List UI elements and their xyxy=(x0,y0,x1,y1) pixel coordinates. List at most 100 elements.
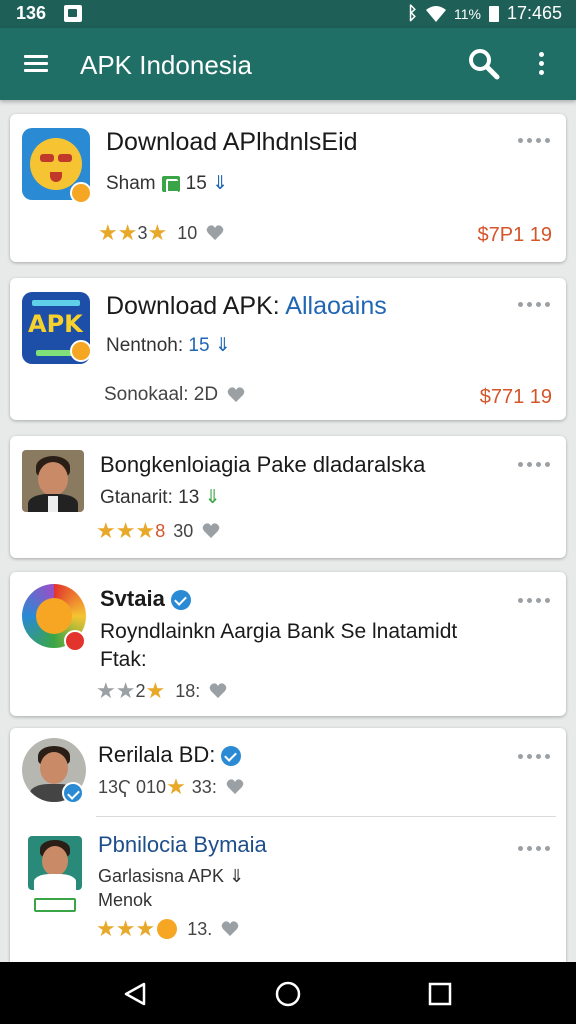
price-label: $771 19 xyxy=(479,386,552,408)
rating-count: 18: xyxy=(175,680,201,701)
card-more-icon[interactable] xyxy=(518,136,550,146)
rating-text: 2 xyxy=(135,680,146,701)
heart-icon[interactable] xyxy=(208,681,228,701)
star-icon: ★ xyxy=(96,678,116,703)
card-item2-title: Pbnilocia Bymaia xyxy=(98,832,267,857)
card-title-main: Download APK: xyxy=(106,292,286,320)
rating-row: ★ ★ ★ 8 30 xyxy=(96,520,221,542)
card-item2-sub: Garlasisna APK ⇓ xyxy=(98,866,244,887)
card-meta: Sonokaal: 2D xyxy=(104,384,246,406)
app-title: APK Indonesia xyxy=(80,50,253,80)
heart-icon[interactable] xyxy=(201,521,221,541)
wifi-icon xyxy=(425,5,446,22)
star-icon: ★ xyxy=(135,518,156,543)
verified-icon xyxy=(62,782,84,804)
heart-icon[interactable] xyxy=(220,919,240,939)
rating-count: 33: xyxy=(191,776,217,797)
card-more-icon[interactable] xyxy=(518,752,550,762)
status-time-left: 136 xyxy=(16,3,47,23)
download-icon: ⇓ xyxy=(214,335,231,356)
navigation-bar xyxy=(0,962,576,1024)
star-icon: ★ xyxy=(96,518,116,543)
card-sub-text: Gtanarit: 13 xyxy=(100,487,200,508)
card-subtitle: Nentnoh: 15 ⇓ xyxy=(106,334,231,357)
status-bar: 136 ᛒ 11% 17:465 xyxy=(0,0,576,28)
card-item1-title: Rerilala BD: xyxy=(98,742,242,768)
rating-row: 13Ҁ 010 ★ 33: xyxy=(98,776,245,798)
home-icon[interactable] xyxy=(274,980,302,1008)
star-icon: ★ xyxy=(135,916,156,941)
verified-icon xyxy=(170,590,191,611)
card-subtitle: Sham 15 ⇓ xyxy=(106,172,228,195)
menu-icon[interactable] xyxy=(22,50,50,78)
app-card-4[interactable]: Svtaia Royndlainkn Aargia Bank Se lnatam… xyxy=(10,572,566,716)
store-badge-icon xyxy=(34,898,76,912)
card-title: Svtaia xyxy=(100,586,191,612)
star-icon: ★ xyxy=(117,220,138,245)
card-body-line-1: Royndlainkn Aargia Bank Se lnatamidt xyxy=(100,620,458,643)
rating-row: ★ ★ 2 ★ 18: xyxy=(96,680,228,702)
download-icon: ⇓ xyxy=(229,866,245,886)
card-item1-meta: 13Ҁ 010 xyxy=(98,776,167,797)
status-clock: 17:465 xyxy=(506,3,562,23)
rating-count: 13. xyxy=(187,918,213,939)
card-title: Download APlhdnlsEid xyxy=(106,128,358,156)
verified-icon xyxy=(221,746,242,767)
emoji-icon xyxy=(157,919,178,939)
rating-row: ★ ★ 3 ★ 10 xyxy=(98,222,225,244)
price-label: $7P1 19 xyxy=(477,224,552,246)
app-card-2[interactable]: APK Download APK: Allaoains Nentnoh: 15 … xyxy=(10,278,566,420)
divider xyxy=(96,816,556,817)
card-title: Download APK: Allaoains xyxy=(106,292,387,321)
heart-icon[interactable] xyxy=(226,385,246,405)
card-item2-sub2: Menok xyxy=(98,890,153,910)
rating-count: 30 xyxy=(173,520,194,541)
download-icon: ⇓ xyxy=(212,173,228,194)
rating-text: 3 xyxy=(137,222,148,243)
card-meta-text: Sonokaal: 2D xyxy=(104,384,219,405)
avatar xyxy=(22,450,84,512)
badge-icon xyxy=(64,630,86,652)
card-body-line-2: Ftak: xyxy=(100,648,147,671)
star-icon: ★ xyxy=(98,220,118,245)
app-card-5[interactable]: Rerilala BD: 13Ҁ 010 ★ 33: Pbnilocia Byma… xyxy=(10,728,566,962)
card-title-link[interactable]: Allaoains xyxy=(285,292,386,320)
heart-icon[interactable] xyxy=(205,223,225,243)
store-icon xyxy=(161,175,180,193)
bluetooth-icon: ᛒ xyxy=(407,3,418,23)
app-card-1[interactable]: Download APlhdnlsEid Sham 15 ⇓ ★ ★ 3 ★ 10 $7… xyxy=(10,114,566,262)
star-icon: ★ xyxy=(96,916,116,941)
card-subtitle: Gtanarit: 13 ⇓ xyxy=(100,486,220,509)
card-more-icon[interactable] xyxy=(518,596,550,606)
rating-row: ★ ★ ★ 13. xyxy=(96,918,240,940)
card-title: Bongkenloiagia Pake dladaralska xyxy=(100,452,426,477)
battery-percent: 11% xyxy=(453,5,481,22)
star-icon: ★ xyxy=(115,678,136,703)
star-icon: ★ xyxy=(145,678,166,703)
card-more-icon[interactable] xyxy=(518,460,550,470)
rating-text: 8 xyxy=(155,520,166,541)
search-icon[interactable] xyxy=(466,46,502,82)
card-title-text: Svtaia xyxy=(100,586,165,611)
card-item1-title-text: Rerilala BD: xyxy=(98,742,216,767)
download-icon: ⇓ xyxy=(204,487,221,508)
app-bar: APK Indonesia xyxy=(0,28,576,100)
card-more-icon[interactable] xyxy=(518,844,550,854)
recent-apps-icon[interactable] xyxy=(426,980,454,1008)
badge-icon xyxy=(70,340,92,362)
card-sub-text: Nentnoh: xyxy=(106,335,189,356)
star-icon: ★ xyxy=(115,518,136,543)
heart-icon[interactable] xyxy=(225,777,245,797)
card-more-icon[interactable] xyxy=(518,300,550,310)
avatar xyxy=(28,836,82,890)
star-icon: ★ xyxy=(115,916,136,941)
star-icon: ★ xyxy=(166,774,186,799)
back-icon[interactable] xyxy=(122,980,150,1008)
more-options-icon[interactable] xyxy=(532,48,552,80)
card-sub-text: Sham xyxy=(106,173,156,194)
star-icon: ★ xyxy=(147,220,168,245)
app-card-3[interactable]: Bongkenloiagia Pake dladaralska Gtanarit… xyxy=(10,436,566,558)
card-item2-sub-text: Garlasisna APK xyxy=(98,866,225,886)
battery-icon xyxy=(488,5,499,22)
card-sub-number: 15 xyxy=(188,335,210,356)
